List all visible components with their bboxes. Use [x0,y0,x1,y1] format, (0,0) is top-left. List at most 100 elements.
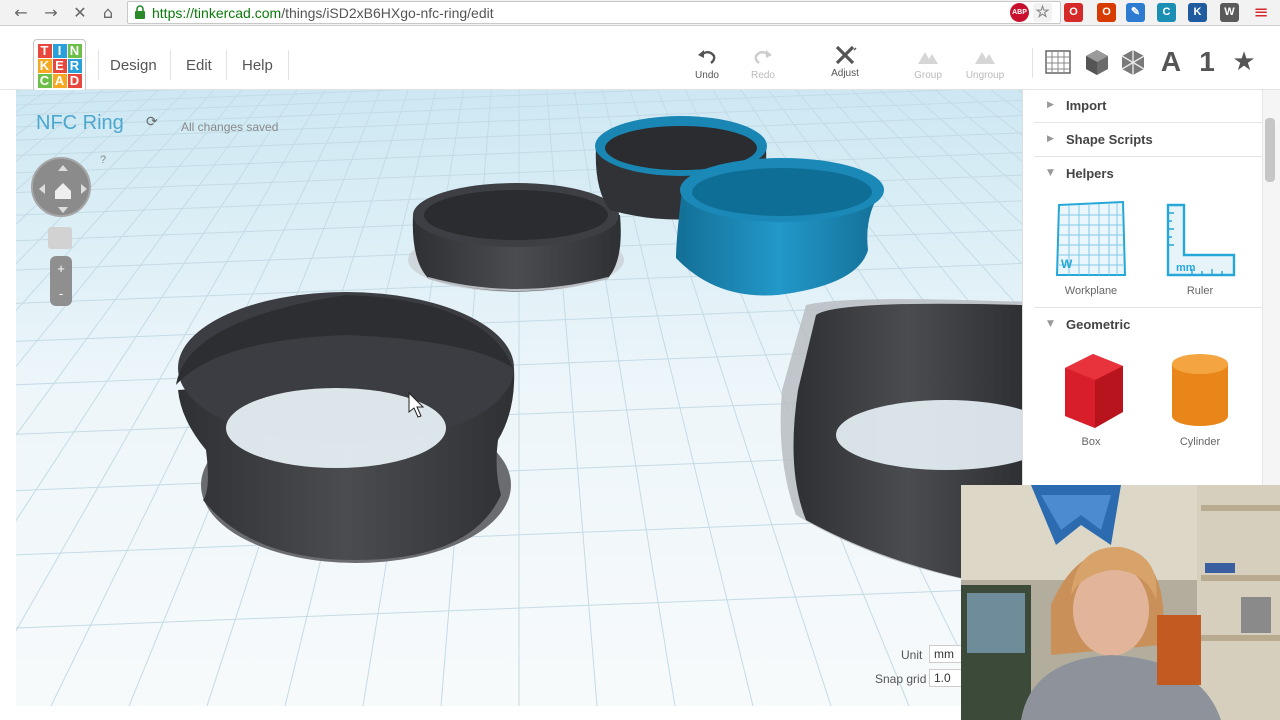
save-status: All changes saved [181,120,279,134]
workplane-mark: W [1061,257,1073,271]
logo-letter: R [67,58,82,73]
redo-button[interactable]: Redo [741,46,785,81]
address-bar[interactable]: https://tinkercad.com/things/iSD2xB6HXgo… [127,1,1061,24]
refresh-icon[interactable]: ⟳ [146,114,158,130]
favorites-star-icon[interactable]: ★ [1229,47,1259,77]
tinkercad-logo[interactable]: TINKERCAD [33,39,86,92]
divider [226,50,227,80]
helper-workplane[interactable]: W Workplane [1041,201,1141,297]
wordpress-icon[interactable]: W [1220,3,1239,22]
helper-ruler[interactable]: mm Ruler [1150,201,1250,297]
helper-label: Workplane [1064,285,1118,297]
shape-box[interactable]: Box [1041,350,1141,448]
shape-label: Cylinder [1179,436,1221,448]
orbit-arrows-icon [39,165,87,213]
logo-letter: T [37,43,52,58]
section-import[interactable]: ▶ Import [1034,89,1262,123]
helper-label: Ruler [1186,285,1214,297]
expand-arrow-icon: ▶ [1047,134,1054,144]
workplane-icon: W [1055,201,1127,276]
section-label: Geometric [1066,317,1131,332]
cube-view-icon[interactable] [1082,47,1112,77]
panel-scrollbar-thumb[interactable] [1265,118,1275,182]
shape-cylinder[interactable]: Cylinder [1150,350,1250,448]
expand-arrow-icon: ▶ [1047,100,1054,110]
redo-label: Redo [751,70,775,81]
adblock-icon[interactable]: ABP [1010,3,1029,22]
section-label: Import [1066,98,1107,113]
logo-letter: C [37,73,52,88]
text-tool-icon[interactable]: A [1156,47,1186,77]
shape-label: Box [1081,436,1101,448]
unit-select[interactable]: mm [929,645,963,663]
divider [170,50,171,80]
webcam-overlay [961,485,1280,720]
workplane[interactable] [16,90,1022,706]
back-icon[interactable]: ← [10,2,32,24]
divider [288,50,289,80]
browser-toolbar: ← → ✕ ⌂ https://tinkercad.com/things/iSD… [0,0,1280,26]
help-tip[interactable]: ? [100,154,106,166]
blue-ext-icon[interactable]: ✎ [1126,3,1145,22]
home-icon[interactable]: ⌂ [97,2,119,24]
section-label: Helpers [1066,166,1114,181]
workplane-scene [16,90,1022,706]
cylinder-icon [1172,354,1228,426]
adjust-button[interactable]: Adjust [823,44,867,79]
ungroup-label: Ungroup [965,70,1005,81]
divider [1032,48,1033,78]
logo-letter: N [67,43,82,58]
ring-front-dark[interactable] [176,292,515,563]
opera-icon[interactable]: O [1064,3,1083,22]
menu-icon[interactable]: ≡ [1250,2,1272,24]
forward-icon[interactable]: → [40,2,62,24]
logo-letter: E [52,58,67,73]
number-tool-icon[interactable]: 1 [1192,47,1222,77]
zoom-control: + - [50,256,72,306]
section-helpers[interactable]: ▼ Helpers [1034,157,1262,191]
undo-label: Undo [695,70,719,81]
section-label: Shape Scripts [1066,132,1153,147]
grid-view-icon[interactable] [1044,47,1074,77]
ring-back-dark[interactable] [408,183,624,292]
orbit-control[interactable] [31,157,91,217]
adjust-icon [835,45,857,65]
group-button[interactable]: Group [906,46,950,81]
design-title[interactable]: NFC Ring [36,112,124,135]
group-icon [918,52,938,64]
webcam-image [961,485,1280,720]
ruler-icon: mm [1166,203,1236,277]
logo-letter: I [52,43,67,58]
snap-grid-label: Snap grid [875,672,927,686]
stop-loading-icon[interactable]: ✕ [69,2,91,24]
logo-letter: K [37,58,52,73]
ruler-mark: mm [1176,262,1196,274]
unit-label: Unit [901,648,923,662]
snap-grid-select[interactable]: 1.0 [929,669,963,687]
menu-edit[interactable]: Edit [186,57,212,74]
teal-ext-icon[interactable]: C [1157,3,1176,22]
logo-letter: D [67,73,82,88]
wireframe-cube-icon[interactable] [1118,47,1148,77]
redo-icon [754,50,772,64]
office-icon[interactable]: O [1097,3,1116,22]
home-view-button[interactable] [48,227,72,249]
menu-help[interactable]: Help [242,57,273,74]
zoom-out-button[interactable]: - [50,281,72,306]
collapse-arrow-icon: ▼ [1047,319,1054,329]
adjust-label: Adjust [831,68,859,79]
star-icon[interactable]: ☆ [1033,3,1052,22]
lock-icon [135,5,145,19]
zoom-in-button[interactable]: + [50,256,72,281]
ungroup-button[interactable]: Ungroup [963,46,1007,81]
url-text: https://tinkercad.com/things/iSD2xB6HXgo… [152,5,494,21]
group-label: Group [914,70,942,81]
undo-icon [698,50,716,64]
section-shape-scripts[interactable]: ▶ Shape Scripts [1034,123,1262,157]
logo-letter: A [52,73,67,88]
k-ext-icon[interactable]: K [1188,3,1207,22]
menu-design[interactable]: Design [110,57,157,74]
ungroup-icon [975,52,995,64]
undo-button[interactable]: Undo [685,46,729,81]
section-geometric[interactable]: ▼ Geometric [1034,307,1262,341]
